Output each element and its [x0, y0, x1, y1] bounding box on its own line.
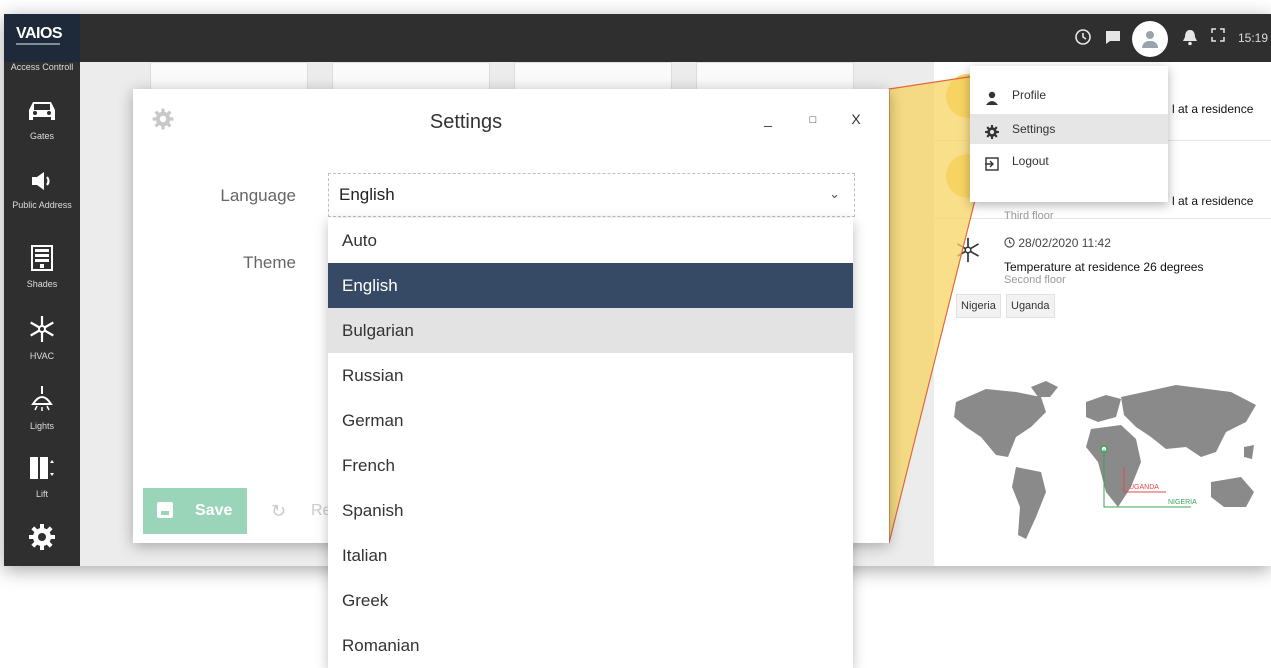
gear-icon: [4, 522, 80, 559]
snowflake-icon: [4, 314, 80, 351]
top-bar: VAIOS 15:19: [4, 14, 1271, 62]
language-option[interactable]: Bulgarian: [328, 308, 853, 353]
sidebar-item-gates[interactable]: Gates: [4, 98, 80, 141]
menu-item-settings[interactable]: Settings: [970, 114, 1168, 144]
avatar-head: [1146, 31, 1154, 39]
language-select-value: English: [339, 185, 395, 204]
sidebar-item-hvac[interactable]: HVAC: [4, 314, 80, 361]
language-option[interactable]: English: [328, 263, 853, 308]
lamp-icon: [4, 384, 80, 421]
uganda-label: UGANDA: [1129, 484, 1159, 491]
speaker-icon: [4, 168, 80, 200]
notification-text: l at a residence: [1172, 194, 1254, 208]
sidebar-item-lift[interactable]: Lift: [4, 454, 80, 499]
language-option[interactable]: Auto: [328, 218, 853, 263]
reset-icon[interactable]: ↻: [271, 501, 286, 522]
logo-underline: [16, 43, 60, 45]
language-option[interactable]: Italian: [328, 533, 853, 578]
sidebar-item-label: Lights: [29, 421, 55, 431]
lift-icon: [4, 454, 80, 489]
car-icon: [4, 98, 80, 131]
dialog-title: Settings: [429, 111, 503, 133]
notification-time-row: 28/02/2020 11:42: [1004, 236, 1111, 250]
chat-icon[interactable]: [1104, 28, 1122, 52]
clock-time: 15:19: [1238, 31, 1269, 45]
clock-icon: [1004, 237, 1015, 248]
logout-icon: [984, 153, 1000, 171]
sidebar-item-label: Public Address: [12, 200, 72, 210]
avatar-icon[interactable]: [1132, 21, 1168, 57]
close-button[interactable]: X: [846, 111, 866, 127]
notification-subtext: Second floor: [1004, 274, 1066, 286]
avatar-shoulders: [1142, 41, 1158, 48]
shades-icon: [4, 244, 80, 279]
country-chip[interactable]: Nigeria: [956, 294, 1001, 318]
theme-label: Theme: [243, 253, 296, 272]
language-select[interactable]: English ⌄: [328, 173, 855, 217]
notification-time: 28/02/2020 11:42: [1018, 236, 1111, 250]
user-icon: [984, 87, 1000, 105]
menu-item-label: Logout: [1012, 154, 1049, 168]
floppy-icon: [157, 502, 173, 518]
menu-item-profile[interactable]: Profile: [970, 80, 1168, 110]
chevron-down-icon: ⌄: [829, 186, 840, 201]
logo[interactable]: VAIOS: [4, 14, 80, 62]
save-label: Save: [195, 502, 233, 519]
language-option[interactable]: Greek: [328, 578, 853, 623]
sidebar: Access Controll Gates Public Address Sha…: [4, 62, 80, 566]
language-option[interactable]: Romanian: [328, 623, 853, 668]
sidebar-item-shades[interactable]: Shades: [4, 244, 80, 289]
language-option[interactable]: Russian: [328, 353, 853, 398]
nigeria-label: NIGERIA: [1168, 499, 1197, 506]
sidebar-item-label: Access Controll: [10, 62, 74, 72]
language-option[interactable]: French: [328, 443, 853, 488]
minimize-button[interactable]: _: [758, 111, 778, 127]
country-chip[interactable]: Uganda: [1006, 294, 1055, 318]
notification-text: Temperature at residence 26 degrees: [1004, 260, 1204, 274]
language-dropdown: Auto English Bulgarian Russian German Fr…: [328, 218, 853, 668]
sidebar-item-settings[interactable]: [4, 522, 80, 559]
sidebar-item-lights[interactable]: Lights: [4, 384, 80, 431]
notification-text: l at a residence: [1172, 102, 1254, 116]
fullscreen-icon[interactable]: [1211, 28, 1225, 48]
sidebar-item-public-address[interactable]: Public Address: [4, 168, 80, 210]
gear-icon: [984, 121, 1000, 139]
snowflake-icon: [954, 236, 982, 269]
save-button[interactable]: Save: [143, 488, 247, 534]
maximize-button[interactable]: □: [803, 114, 823, 126]
language-label: Language: [220, 186, 296, 205]
sidebar-item-label: Shades: [26, 279, 58, 289]
language-option[interactable]: Spanish: [328, 488, 853, 533]
profile-menu: Profile Settings Logout: [970, 66, 1168, 202]
menu-item-logout[interactable]: Logout: [970, 146, 1168, 176]
sidebar-item-label: Lift: [35, 489, 48, 499]
menu-item-label: Settings: [1012, 122, 1056, 136]
clock-icon[interactable]: [1074, 28, 1092, 52]
menu-item-label: Profile: [1012, 88, 1047, 102]
sidebar-item-label: HVAC: [29, 351, 55, 361]
language-option[interactable]: German: [328, 398, 853, 443]
sidebar-item-access-control[interactable]: Access Controll: [4, 62, 80, 72]
world-map[interactable]: UGANDA NIGERIA: [946, 367, 1271, 547]
logo-text: VAIOS: [16, 25, 63, 42]
bell-icon[interactable]: [1182, 28, 1198, 52]
sidebar-item-label: Gates: [29, 131, 54, 141]
